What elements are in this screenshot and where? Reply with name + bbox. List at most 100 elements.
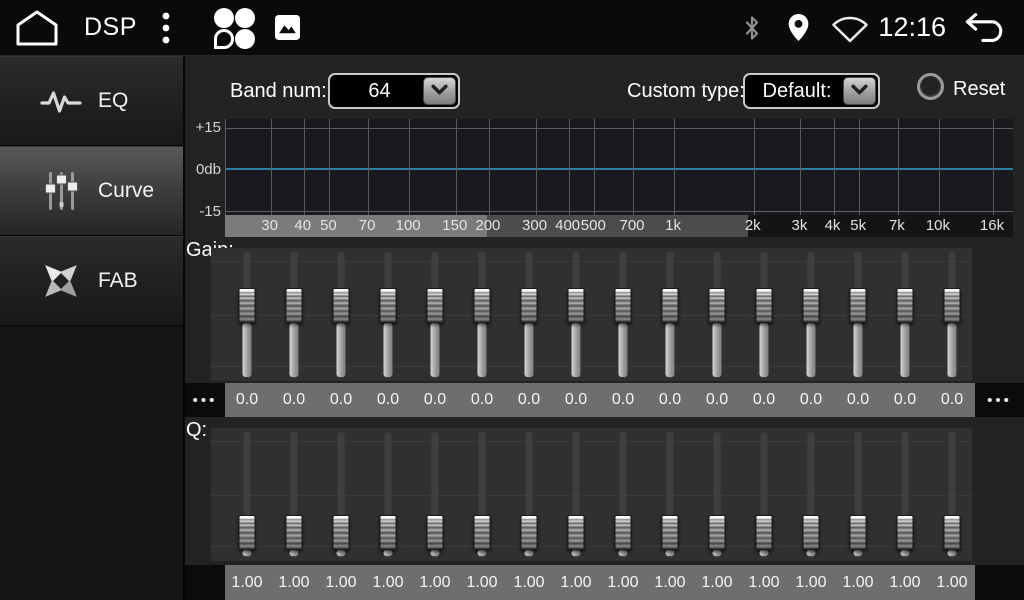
slider-fill [384,550,393,556]
q-band-slider[interactable] [365,432,411,558]
slider-thumb[interactable] [756,288,773,323]
x-tick-label: 150 [442,217,467,234]
gain-band-slider[interactable] [647,252,693,378]
slider-thumb[interactable] [944,515,961,550]
sidebar-item-fab[interactable]: FAB [0,236,183,326]
sidebar-item-eq[interactable]: EQ [0,56,183,146]
slider-thumb[interactable] [568,515,585,550]
gain-band-slider[interactable] [412,252,458,378]
q-value: 1.00 [600,565,646,600]
q-band-slider[interactable] [835,432,881,558]
x-tick-label: 400 [555,217,580,234]
slider-thumb[interactable] [709,515,726,550]
gain-band-slider[interactable] [835,252,881,378]
q-value: 1.00 [459,565,505,600]
kebab-menu-icon[interactable] [161,11,171,45]
gain-band-slider[interactable] [553,252,599,378]
x-tick-label: 4k [825,217,841,234]
slider-thumb[interactable] [756,515,773,550]
slider-thumb[interactable] [803,288,820,323]
frequency-axis: 304050701001502003004005007001k2k3k4k5k7… [225,215,1013,237]
gain-band-slider[interactable] [271,252,317,378]
x-tick-label: 2k [745,217,761,234]
q-band-slider[interactable] [553,432,599,558]
gridline-v [859,119,860,215]
slider-thumb[interactable] [380,288,397,323]
slider-thumb[interactable] [897,288,914,323]
gain-band-slider[interactable] [459,252,505,378]
q-band-slider[interactable] [788,432,834,558]
slider-thumb[interactable] [615,515,632,550]
slider-thumb[interactable] [427,515,444,550]
slider-thumb[interactable] [474,288,491,323]
custom-type-dropdown-button[interactable] [843,77,876,105]
gridline-v [329,119,330,215]
slider-thumb[interactable] [333,288,350,323]
slider-thumb[interactable] [333,515,350,550]
slider-thumb[interactable] [474,515,491,550]
slider-thumb[interactable] [568,288,585,323]
gain-more-left-button[interactable]: ••• [185,383,225,417]
q-band-slider[interactable] [929,432,975,558]
slider-thumb[interactable] [662,515,679,550]
q-more-right-button[interactable] [975,565,1024,600]
gridline-v [834,119,835,215]
apps-icon[interactable] [211,6,255,50]
q-more-left-button[interactable] [185,565,225,600]
x-tick-label: 16k [980,217,1004,234]
gain-band-slider[interactable] [882,252,928,378]
gain-band-slider[interactable] [929,252,975,378]
q-value: 1.00 [788,565,834,600]
q-band-slider[interactable] [412,432,458,558]
custom-type-select[interactable]: Default: [743,73,880,109]
slider-thumb[interactable] [521,515,538,550]
sidebar-item-curve[interactable]: Curve [0,146,183,236]
response-curve [226,168,1013,170]
back-icon[interactable] [962,12,1010,43]
q-band-slider[interactable] [882,432,928,558]
slider-thumb[interactable] [427,288,444,323]
slider-thumb[interactable] [521,288,538,323]
q-band-slider[interactable] [506,432,552,558]
slider-thumb[interactable] [850,515,867,550]
home-icon[interactable] [14,9,60,47]
q-value-row: 1.001.001.001.001.001.001.001.001.001.00… [185,565,1024,600]
gain-band-slider[interactable] [741,252,787,378]
gain-band-slider[interactable] [365,252,411,378]
slider-thumb[interactable] [850,288,867,323]
q-band-slider[interactable] [647,432,693,558]
slider-thumb[interactable] [380,515,397,550]
gain-band-slider[interactable] [506,252,552,378]
slider-thumb[interactable] [286,288,303,323]
slider-thumb[interactable] [803,515,820,550]
slider-thumb[interactable] [239,288,256,323]
q-band-slider[interactable] [224,432,270,558]
gain-band-slider[interactable] [224,252,270,378]
gain-band-slider[interactable] [694,252,740,378]
q-band-slider[interactable] [271,432,317,558]
gain-band-slider[interactable] [600,252,646,378]
slider-thumb[interactable] [239,515,256,550]
slider-thumb[interactable] [944,288,961,323]
chevron-down-icon [431,82,448,100]
q-band-slider[interactable] [600,432,646,558]
slider-fill [478,323,487,377]
slider-thumb[interactable] [709,288,726,323]
gain-band-slider[interactable] [788,252,834,378]
slider-thumb[interactable] [897,515,914,550]
gallery-icon[interactable] [275,15,300,40]
reset-radio[interactable] [917,73,944,100]
band-num-select[interactable]: 64 [328,73,460,109]
band-num-dropdown-button[interactable] [423,77,456,105]
q-band-slider[interactable] [694,432,740,558]
slider-thumb[interactable] [615,288,632,323]
x-tick-label: 50 [320,217,337,234]
q-value: 1.00 [271,565,317,600]
gain-more-right-button[interactable]: ••• [975,383,1024,417]
slider-thumb[interactable] [286,515,303,550]
gain-band-slider[interactable] [318,252,364,378]
slider-thumb[interactable] [662,288,679,323]
q-band-slider[interactable] [318,432,364,558]
q-band-slider[interactable] [741,432,787,558]
q-band-slider[interactable] [459,432,505,558]
